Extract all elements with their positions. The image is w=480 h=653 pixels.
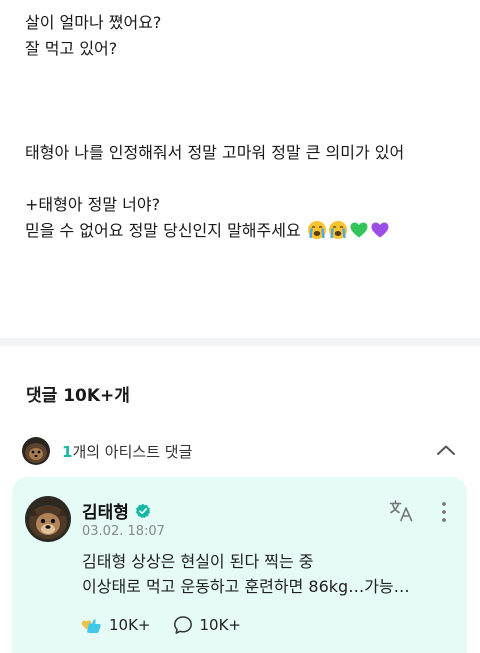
reply-count: 10K+	[199, 616, 242, 634]
artist-comment-card: 김태형 03.02. 18:07 김태형 상상은 현실이 된다 찍는 중 이상태…	[12, 477, 467, 653]
pomeranian-avatar-icon	[22, 437, 50, 465]
translate-icon[interactable]	[389, 500, 413, 522]
comment-count-heading: 댓글 10K+개	[26, 386, 130, 406]
comment-author-avatar[interactable]	[25, 496, 71, 542]
comment-actions: 10K+ 10K+	[80, 613, 263, 637]
comment-author-name[interactable]: 김태형	[82, 498, 151, 523]
comment-timestamp: 03.02. 18:07	[82, 524, 165, 539]
pomeranian-avatar-icon	[25, 496, 71, 542]
artist-comments-text: 개의 아티스트 댓글	[72, 442, 193, 461]
artist-comment-count: 1	[62, 442, 73, 461]
post-line: 태형아 나를 인정해줘서 정말 고마워 정말 큰 의미가 있어	[25, 143, 405, 162]
comment-body-line: 이상태로 먹고 운동하고 훈련하면 86kg…가능…	[82, 577, 410, 596]
purple-heart-icon	[371, 222, 389, 238]
comment-body-line: 김태형 상상은 현실이 된다 찍는 중	[82, 552, 314, 571]
artist-comments-toggle[interactable]: 1개의 아티스트 댓글	[22, 436, 462, 466]
more-options-icon[interactable]	[440, 500, 448, 524]
like-count: 10K+	[109, 616, 151, 634]
reply-button[interactable]: 10K+	[173, 615, 242, 635]
post-detail-page: 살이 얼마나 쪘어요? 잘 먹고 있어? 태형아 나를 인정해줘서 정말 고마워…	[0, 0, 480, 653]
post-blank-line	[25, 114, 465, 140]
post-line: +태형아 정말 너야?	[25, 195, 161, 214]
comment-bubble-icon	[173, 616, 192, 634]
green-heart-icon	[350, 222, 368, 238]
chevron-up-icon[interactable]	[434, 439, 458, 463]
post-blank-line	[25, 166, 465, 192]
post-blank-line	[25, 88, 465, 114]
crying-face-icon	[328, 221, 347, 239]
post-line: 잘 먹고 있어?	[25, 39, 118, 58]
author-name-text: 김태형	[82, 503, 129, 523]
like-icon	[81, 619, 101, 633]
post-blank-line	[25, 62, 465, 88]
artist-avatar	[22, 437, 50, 465]
section-divider	[0, 338, 480, 346]
crying-face-icon	[307, 221, 326, 239]
verified-badge-icon	[135, 503, 151, 518]
artist-comments-label: 1개의 아티스트 댓글	[62, 441, 192, 462]
like-button[interactable]: 10K+	[80, 615, 151, 635]
post-line: 살이 얼마나 쪘어요?	[25, 13, 162, 32]
post-line-text: 믿을 수 없어요 정말 당신인지 말해주세요	[25, 221, 301, 240]
post-line-with-emoji: 믿을 수 없어요 정말 당신인지 말해주세요	[25, 218, 465, 244]
comment-body: 김태형 상상은 현실이 된다 찍는 중 이상태로 먹고 운동하고 훈련하면 86…	[82, 549, 452, 599]
post-content: 살이 얼마나 쪘어요? 잘 먹고 있어? 태형아 나를 인정해줘서 정말 고마워…	[25, 10, 465, 244]
